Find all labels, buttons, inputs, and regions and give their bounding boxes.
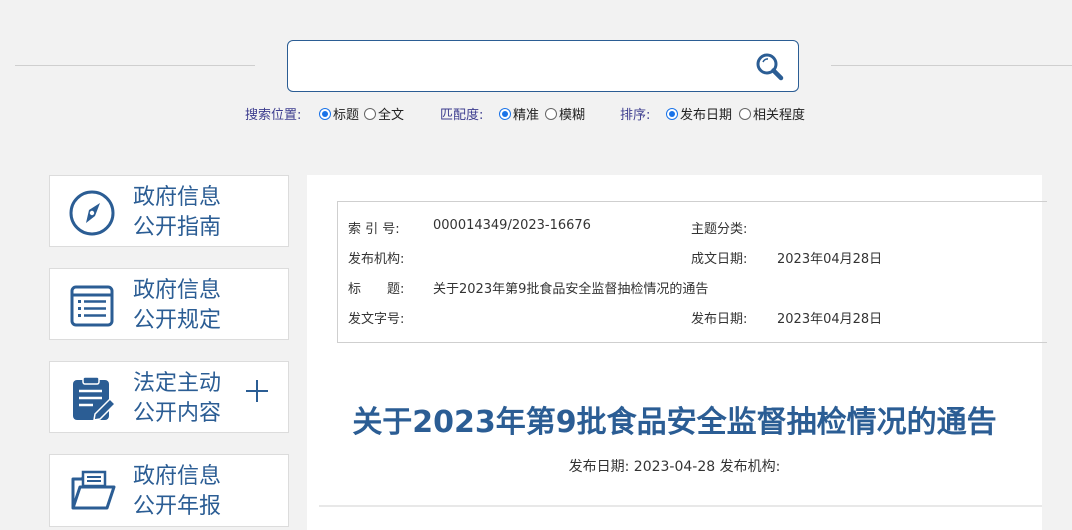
match-label: 匹配度:: [440, 108, 484, 123]
radio-fulltext-label: 全文: [378, 108, 405, 123]
document-meta-table: 索 引 号: 000014349/2023-16676 主题分类: 发布机构: …: [337, 201, 1047, 343]
meta-index-label: 索 引 号:: [348, 222, 400, 237]
article-subline: 发布日期: 2023-04-28 发布机构:: [568, 459, 781, 475]
sidebar-item-label: 政府信息 公开年报: [133, 462, 221, 522]
meta-index-value: 000014349/2023-16676: [433, 218, 591, 233]
meta-org-label: 发布机构:: [348, 252, 405, 267]
radio-sort-date[interactable]: 发布日期: [666, 104, 732, 123]
search-input[interactable]: [300, 51, 740, 81]
radio-sort-relevance[interactable]: 相关程度: [739, 104, 805, 123]
article-divider: [319, 505, 1042, 507]
meta-title-label: 标 题:: [348, 282, 405, 297]
meta-published-label: 发布日期:: [691, 312, 748, 327]
search-icon: [756, 53, 784, 81]
list-document-icon: [70, 285, 114, 327]
sort-label: 排序:: [620, 108, 651, 123]
meta-created-value: 2023年04月28日: [777, 252, 883, 267]
sidebar-item-line2: 公开指南: [133, 215, 222, 240]
article-panel: 索 引 号: 000014349/2023-16676 主题分类: 发布机构: …: [307, 175, 1047, 530]
sidebar-item-regulations[interactable]: 政府信息 公开规定: [49, 268, 289, 340]
sidebar-item-annual-report[interactable]: 政府信息 公开年报: [49, 454, 289, 527]
sidebar-item-line1: 政府信息: [133, 185, 222, 210]
compass-icon: [69, 190, 115, 236]
sidebar-item-line1: 政府信息: [133, 464, 222, 489]
sidebar-item-label: 政府信息 公开规定: [133, 276, 221, 336]
sidebar-item-line1: 法定主动: [133, 371, 222, 396]
radio-fulltext[interactable]: 全文: [364, 104, 404, 123]
meta-title-value: 关于2023年第9批食品安全监督抽检情况的通告: [433, 282, 709, 297]
radio-sort-relevance-label: 相关程度: [753, 108, 806, 123]
sidebar-item-line1: 政府信息: [133, 278, 222, 303]
radio-dot: [739, 107, 751, 120]
radio-dot: [364, 107, 376, 120]
meta-topic-label: 主题分类:: [691, 222, 748, 237]
plus-icon[interactable]: [244, 378, 270, 404]
header-divider-right: [831, 65, 1072, 66]
sidebar-item-line2: 公开规定: [133, 308, 222, 333]
search-box: [287, 40, 799, 92]
radio-dot: [319, 107, 331, 120]
meta-created-label: 成文日期:: [691, 252, 748, 267]
radio-title[interactable]: 标题: [319, 104, 359, 123]
radio-dot: [666, 107, 678, 120]
folder-icon: [71, 470, 116, 510]
search-button[interactable]: [754, 52, 786, 82]
article-title: 关于2023年第9批食品安全监督抽检情况的通告: [352, 405, 997, 440]
radio-dot: [545, 107, 557, 120]
sidebar-item-line2: 公开年报: [133, 494, 222, 519]
sidebar-item-label: 政府信息 公开指南: [133, 183, 221, 243]
sidebar-item-line2: 公开内容: [133, 401, 222, 426]
header-divider-left: [15, 65, 255, 66]
radio-exact[interactable]: 精准: [499, 104, 539, 123]
search-position-label: 搜索位置:: [245, 108, 302, 123]
radio-fuzzy[interactable]: 模糊: [545, 104, 585, 123]
sidebar-item-statutory[interactable]: 法定主动 公开内容: [49, 361, 289, 433]
sidebar-item-guide[interactable]: 政府信息 公开指南: [49, 175, 289, 247]
meta-docno-label: 发文字号:: [348, 312, 405, 327]
clipboard-edit-icon: [73, 376, 116, 421]
radio-sort-date-label: 发布日期: [680, 108, 733, 123]
meta-published-value: 2023年04月28日: [777, 312, 883, 327]
radio-dot: [499, 107, 511, 120]
radio-title-label: 标题: [333, 108, 360, 123]
radio-fuzzy-label: 模糊: [559, 108, 586, 123]
sidebar-item-label: 法定主动 公开内容: [133, 369, 221, 429]
radio-exact-label: 精准: [513, 108, 540, 123]
search-options: 搜索位置: 标题 全文 匹配度: 精准 模糊 排序: 发布日期 相关程度: [0, 104, 1072, 126]
